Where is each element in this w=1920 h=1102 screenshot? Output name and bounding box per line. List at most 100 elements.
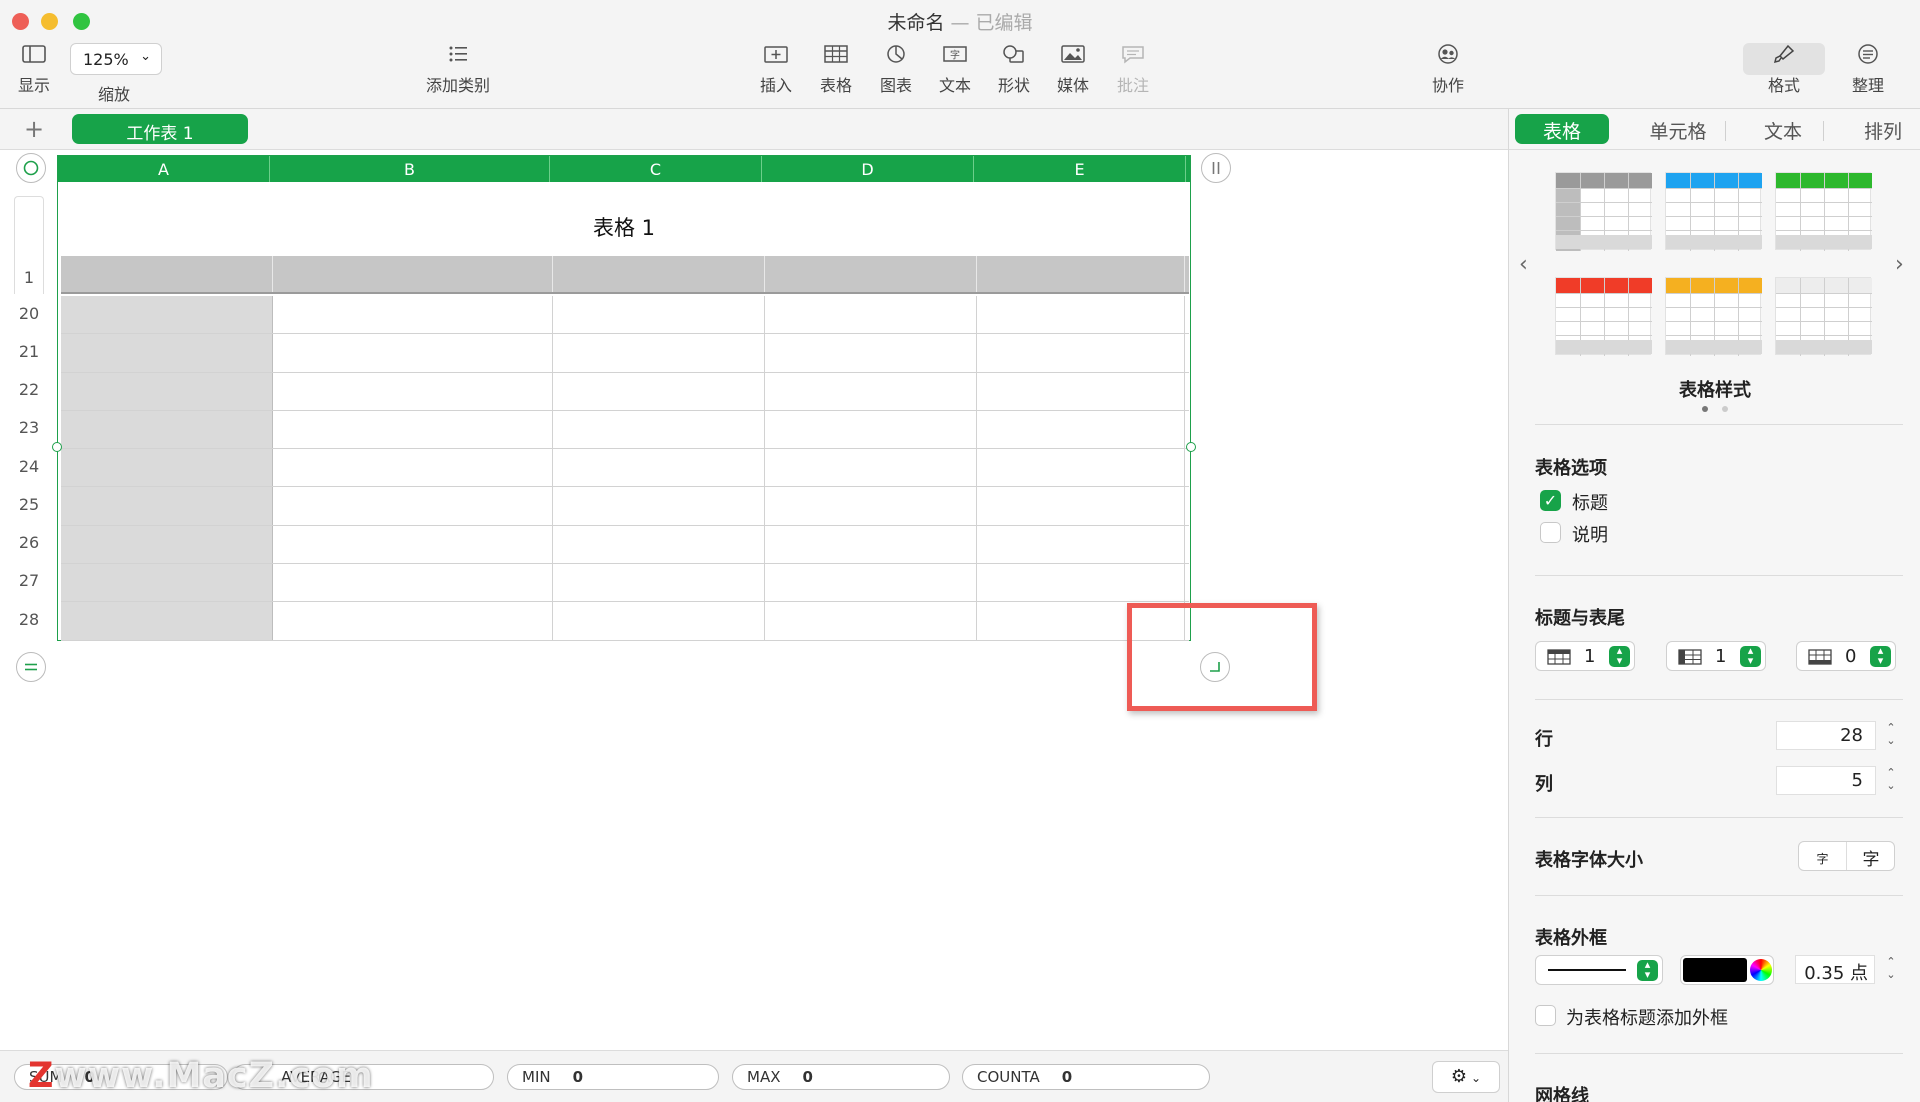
header-column-cell[interactable]: [61, 410, 273, 449]
header-cell[interactable]: [765, 256, 977, 292]
table-cell[interactable]: [273, 525, 553, 564]
table-cell[interactable]: [765, 410, 977, 449]
table-cell[interactable]: [977, 372, 1185, 410]
table-cell[interactable]: [553, 372, 765, 410]
rows-input[interactable]: 28: [1776, 721, 1876, 750]
add-row-handle[interactable]: [16, 652, 46, 682]
table-cell[interactable]: [273, 296, 553, 334]
add-category-button[interactable]: 添加类别: [418, 44, 498, 96]
header-column-cell[interactable]: [61, 564, 273, 602]
increase-font-button[interactable]: 字: [1847, 842, 1895, 870]
table-cell[interactable]: [273, 372, 553, 410]
organize-button[interactable]: 整理: [1848, 44, 1888, 96]
caption-checkbox[interactable]: [1540, 522, 1561, 543]
table-cell[interactable]: [553, 564, 765, 602]
column-header-b[interactable]: B: [270, 156, 550, 182]
right-resize-handle[interactable]: [1186, 442, 1196, 452]
decrease-font-button[interactable]: 字: [1799, 842, 1847, 870]
view-button[interactable]: 显示: [14, 44, 54, 96]
left-resize-handle[interactable]: [52, 442, 62, 452]
max-pill[interactable]: MAX 0: [732, 1064, 950, 1090]
table-title[interactable]: 表格 1: [58, 212, 1190, 242]
row-number[interactable]: 21: [14, 342, 44, 361]
shape-button[interactable]: 形状: [994, 44, 1034, 96]
table-cell[interactable]: [977, 564, 1185, 602]
comment-button[interactable]: 批注: [1113, 44, 1153, 96]
table-cell[interactable]: [977, 410, 1185, 449]
header-column-cell[interactable]: [61, 449, 273, 487]
color-wheel-icon[interactable]: [1750, 959, 1772, 981]
table-body[interactable]: [61, 296, 1189, 641]
row-number[interactable]: 20: [14, 304, 44, 323]
stepper-arrows-icon[interactable]: ▴ ▾: [1609, 645, 1630, 667]
table-cell[interactable]: [977, 487, 1185, 525]
table-row[interactable]: [61, 334, 1189, 373]
table-cell[interactable]: [273, 487, 553, 525]
table-cell[interactable]: [765, 602, 977, 640]
table-button[interactable]: 表格: [816, 44, 856, 96]
table-cell[interactable]: [273, 410, 553, 449]
table-cell[interactable]: [977, 296, 1185, 334]
table-cell[interactable]: [273, 449, 553, 487]
stepper-arrows-icon[interactable]: ▴ ▾: [1870, 645, 1891, 667]
table-style-option[interactable]: [1775, 172, 1872, 251]
table-cell[interactable]: [553, 410, 765, 449]
row-number[interactable]: 28: [14, 610, 44, 629]
insert-button[interactable]: 插入: [756, 44, 796, 96]
header-column-cell[interactable]: [61, 525, 273, 564]
header-row[interactable]: [61, 256, 1189, 294]
table-row[interactable]: [61, 602, 1189, 641]
title-checkbox[interactable]: ✓: [1540, 490, 1561, 511]
table-row[interactable]: [61, 564, 1189, 603]
select-table-handle[interactable]: [16, 153, 46, 183]
table-cell[interactable]: [273, 602, 553, 640]
header-column-cell[interactable]: [61, 602, 273, 640]
table-style-option[interactable]: [1665, 277, 1762, 356]
table-cell[interactable]: [765, 334, 977, 372]
table-cell[interactable]: [553, 525, 765, 564]
text-button[interactable]: 字 文本: [935, 44, 975, 96]
table-style-option[interactable]: [1665, 172, 1762, 251]
row-number[interactable]: 26: [14, 533, 44, 552]
column-header-a[interactable]: A: [58, 156, 270, 182]
table-cell[interactable]: [765, 525, 977, 564]
page-dot-1[interactable]: [1702, 406, 1708, 412]
header-column-cell[interactable]: [61, 296, 273, 334]
table-cell[interactable]: [765, 564, 977, 602]
row-number[interactable]: 27: [14, 571, 44, 590]
add-column-handle[interactable]: [1201, 153, 1231, 183]
footer-rows-stepper[interactable]: 0 ▴ ▾: [1796, 641, 1896, 671]
row-number[interactable]: 23: [14, 418, 44, 437]
header-cell[interactable]: [553, 256, 765, 292]
table-style-option[interactable]: [1775, 277, 1872, 356]
table-row[interactable]: [61, 449, 1189, 488]
outline-width-input[interactable]: 0.35 点: [1795, 955, 1875, 984]
table-cell[interactable]: [553, 487, 765, 525]
table-cell[interactable]: [765, 372, 977, 410]
min-pill[interactable]: MIN 0: [507, 1064, 719, 1090]
table-cell[interactable]: [553, 334, 765, 372]
collaborate-button[interactable]: 协作: [1428, 44, 1468, 96]
column-header-d[interactable]: D: [762, 156, 974, 182]
table-cell[interactable]: [977, 334, 1185, 372]
outline-color-well[interactable]: [1680, 955, 1774, 985]
table-cell[interactable]: [765, 296, 977, 334]
table-cell[interactable]: [553, 449, 765, 487]
zoom-select[interactable]: 125% ⌄: [70, 43, 162, 75]
tab-arrange[interactable]: 排列: [1843, 117, 1920, 144]
table-row[interactable]: [61, 525, 1189, 565]
table-cell[interactable]: [273, 334, 553, 372]
table-row[interactable]: [61, 410, 1189, 450]
table-cell[interactable]: [553, 602, 765, 640]
table-cell[interactable]: [273, 564, 553, 602]
chevron-right-icon[interactable]: ›: [1895, 252, 1904, 277]
header-column-cell[interactable]: [61, 334, 273, 372]
header-column-cell[interactable]: [61, 487, 273, 525]
table-row[interactable]: [61, 487, 1189, 526]
row-number[interactable]: 24: [14, 457, 44, 476]
row-number[interactable]: 25: [14, 495, 44, 514]
media-button[interactable]: 媒体: [1053, 44, 1093, 96]
table-cell[interactable]: [977, 449, 1185, 487]
page-dot-2[interactable]: [1722, 406, 1728, 412]
table-cell[interactable]: [765, 487, 977, 525]
